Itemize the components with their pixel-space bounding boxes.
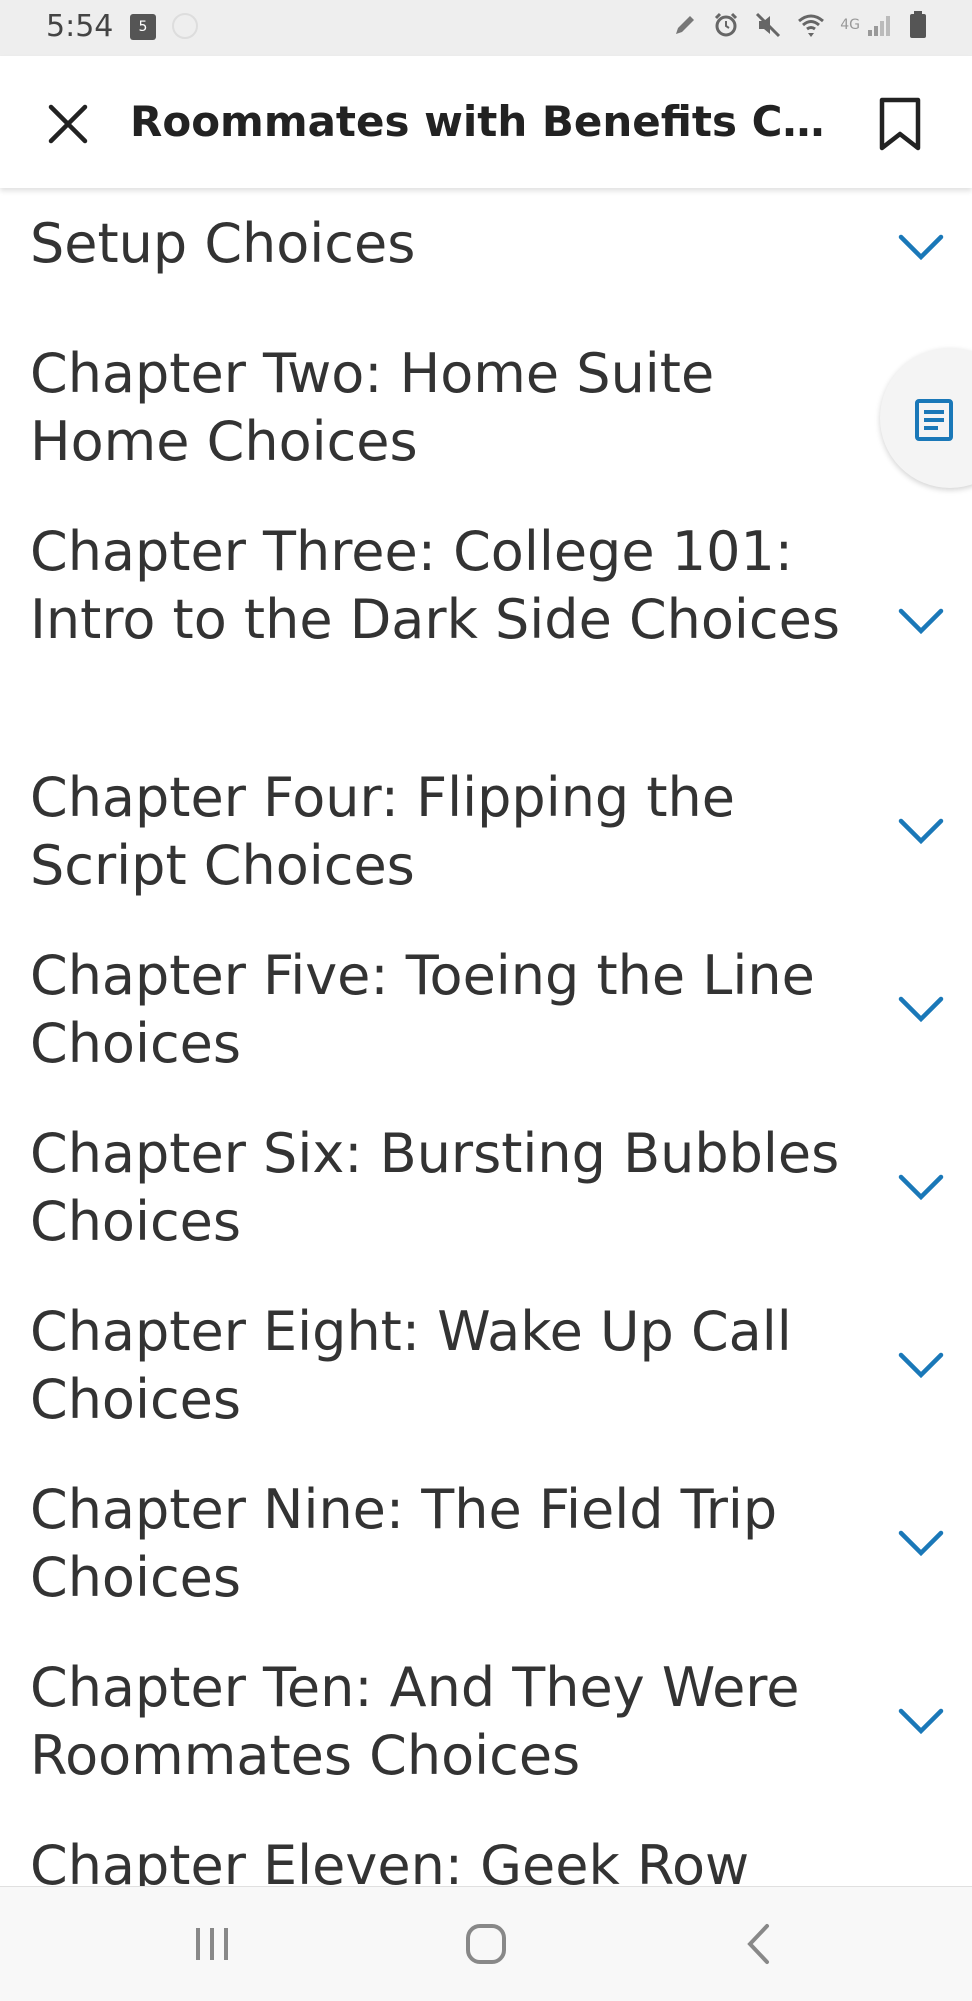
pen-icon: [676, 16, 695, 34]
close-button[interactable]: [36, 92, 100, 156]
wifi-icon: [798, 14, 825, 37]
status-time: 5:54: [46, 9, 114, 44]
table-of-contents-icon: [915, 399, 953, 441]
chevron-down-icon[interactable]: [898, 1350, 944, 1380]
toc-item-label: Chapter Six: Bursting Bubbles Choices: [30, 1122, 840, 1253]
page-title: Roommates with Benefits Choices: [130, 97, 850, 146]
mute-icon: [756, 12, 781, 38]
chevron-down-icon[interactable]: [898, 1706, 944, 1736]
recent-apps-icon: [196, 1928, 228, 1960]
chevron-down-icon[interactable]: [898, 1528, 944, 1558]
status-bar: 5:54 5 4G: [0, 0, 972, 56]
signal-icon: [868, 16, 890, 36]
network-label: 4G: [840, 17, 860, 33]
app-bar: Roommates with Benefits Choices: [0, 56, 972, 188]
battery-icon: [910, 11, 926, 38]
bookmark-button[interactable]: [872, 92, 928, 156]
chevron-down-icon[interactable]: [898, 994, 944, 1024]
bookmark-icon: [879, 97, 921, 151]
recent-apps-button[interactable]: [182, 1919, 242, 1969]
chevron-down-icon[interactable]: [898, 1172, 944, 1202]
toc-item-label: Chapter Five: Toeing the Line Choices: [30, 944, 815, 1075]
back-button[interactable]: [728, 1919, 788, 1969]
home-icon: [466, 1924, 506, 1964]
alarm-icon: [715, 12, 738, 37]
table-of-contents: Setup Choices Chapter Two: Home Suite Ho…: [0, 190, 972, 1886]
toc-item-label: Setup Choices: [30, 212, 416, 275]
toc-item-label: Chapter Ten: And They Were Roommates Cho…: [30, 1656, 800, 1787]
back-icon: [747, 1924, 769, 1964]
toc-item-label: Chapter Two: Home Suite Home Choices: [30, 342, 715, 473]
close-icon: [48, 104, 88, 144]
toc-item-label: Chapter Three: College 101: Intro to the…: [30, 520, 840, 651]
chevron-down-icon[interactable]: [898, 606, 944, 636]
sync-circle-icon: [172, 13, 198, 39]
toc-item-label: Chapter Four: Flipping the Script Choice…: [30, 766, 735, 897]
toc-item-label: Chapter Eleven: Geek Row: [30, 1834, 750, 1886]
home-button[interactable]: [456, 1919, 516, 1969]
notification-badge-icon: 5: [130, 14, 156, 40]
toc-item-label: Chapter Eight: Wake Up Call Choices: [30, 1300, 792, 1431]
system-nav-bar: [0, 1886, 972, 2001]
chevron-down-icon[interactable]: [898, 232, 944, 262]
toc-item-label: Chapter Nine: The Field Trip Choices: [30, 1478, 778, 1609]
status-icons: 4G: [672, 10, 928, 40]
chevron-down-icon[interactable]: [898, 816, 944, 846]
